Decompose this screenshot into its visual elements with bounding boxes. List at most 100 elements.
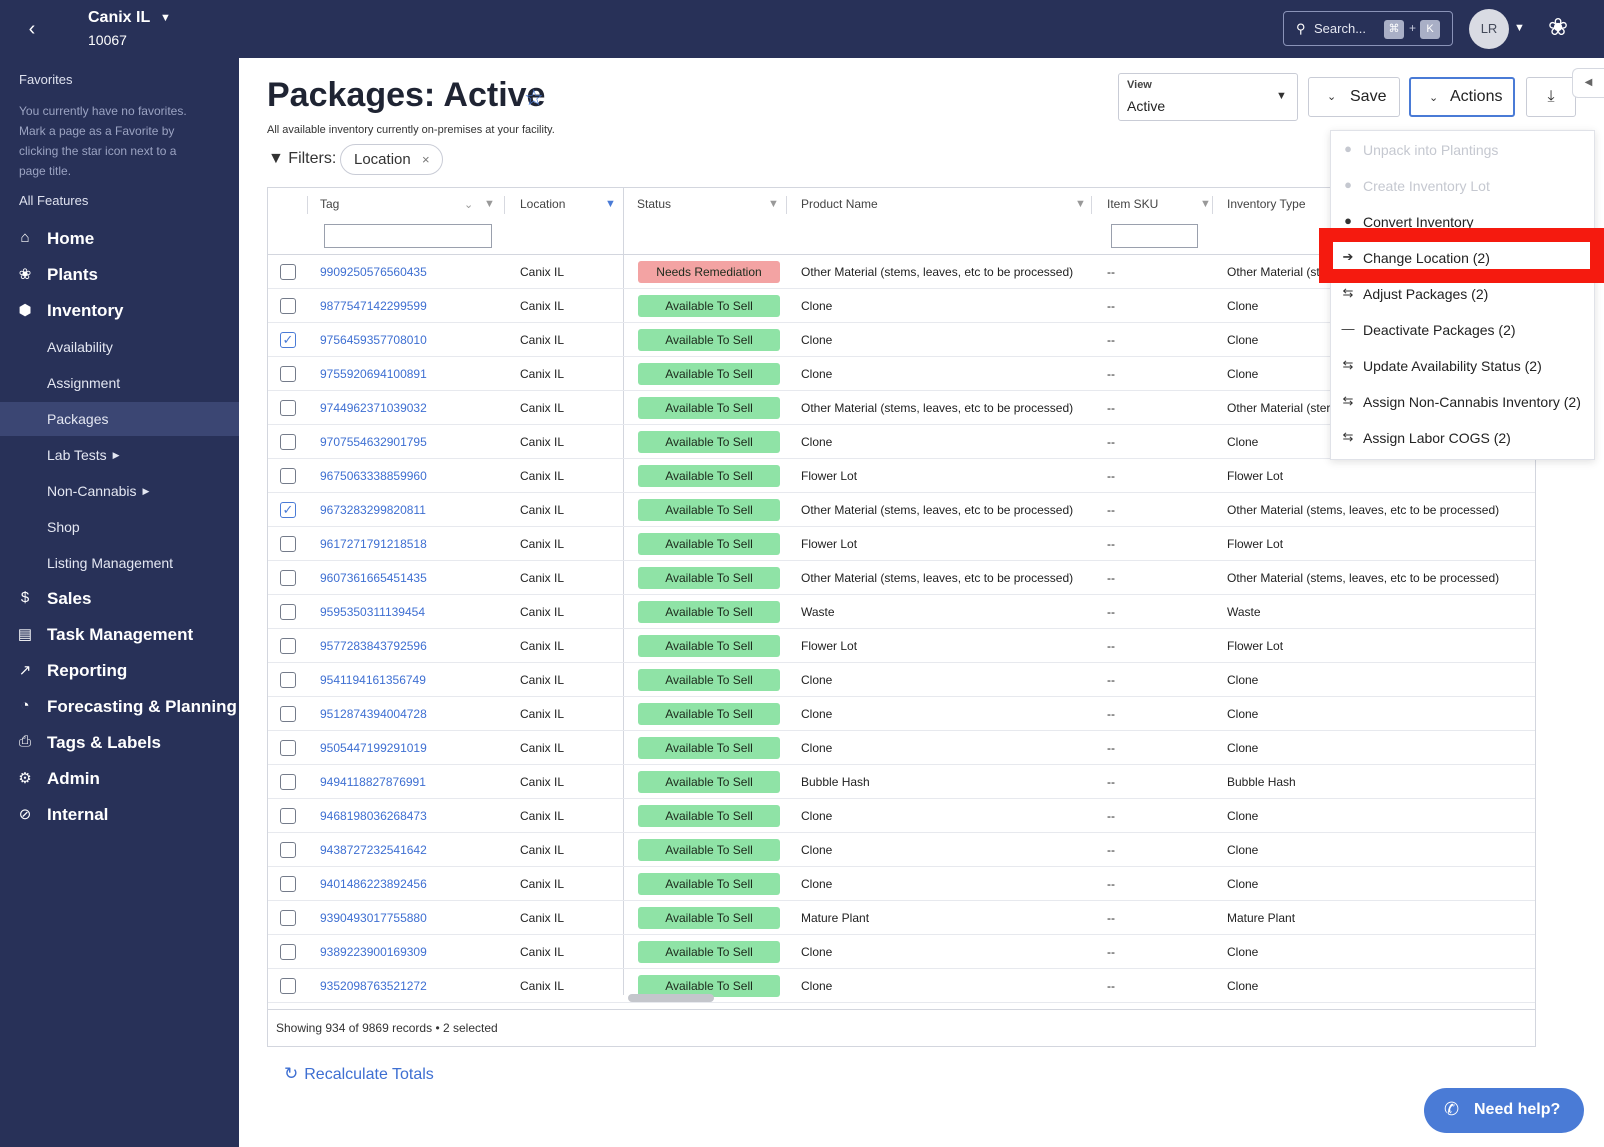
tag-link[interactable]: 9673283299820811 (320, 503, 426, 517)
tag-link[interactable]: 9505447199291019 (320, 741, 427, 755)
row-checkbox[interactable] (280, 808, 296, 824)
actions-button[interactable]: ⌄ Actions (1409, 77, 1515, 117)
nav-forecasting[interactable]: ◔ Forecasting & Planning (0, 690, 239, 724)
nav-task-management[interactable]: ▤ Task Management (0, 618, 239, 652)
column-filter-icon[interactable]: ▼ (484, 198, 495, 210)
need-help-button[interactable]: ✆ Need help? (1424, 1088, 1584, 1133)
column-header-product-name[interactable]: Product Name (801, 197, 878, 211)
tag-link[interactable]: 9756459357708010 (320, 333, 427, 347)
table-row[interactable]: 9512874394004728 Canix IL Available To Sel… (268, 697, 1535, 731)
facility-caret-icon[interactable]: ▼ (160, 12, 171, 24)
row-checkbox[interactable] (280, 944, 296, 960)
facility-name[interactable]: Canix IL (88, 9, 150, 27)
table-row[interactable]: 9390493017755880 Canix IL Available To Sel… (268, 901, 1535, 935)
row-checkbox[interactable] (280, 604, 296, 620)
sort-chevron-icon[interactable]: ⌄ (464, 198, 473, 211)
row-checkbox[interactable] (280, 876, 296, 892)
row-checkbox[interactable] (280, 366, 296, 382)
table-row[interactable]: 9595350311139454 Canix IL Available To Sel… (268, 595, 1535, 629)
column-header-inventory-type[interactable]: Inventory Type (1227, 197, 1306, 211)
nav-assignment[interactable]: Assignment (0, 366, 239, 400)
nav-tags-labels[interactable]: ⎙ Tags & Labels (0, 726, 239, 760)
nav-listing-management[interactable]: Listing Management (0, 546, 239, 580)
nav-plants[interactable]: ❀ Plants (0, 258, 239, 292)
column-header-location[interactable]: Location (520, 197, 565, 211)
nav-reporting[interactable]: ↗ Reporting (0, 654, 239, 688)
tag-link[interactable]: 9438727232541642 (320, 843, 427, 857)
nav-sales[interactable]: $ Sales (0, 582, 239, 616)
column-filter-icon[interactable]: ▼ (1075, 198, 1086, 210)
row-checkbox[interactable] (280, 298, 296, 314)
row-checkbox[interactable] (280, 536, 296, 552)
tag-link[interactable]: 9607361665451435 (320, 571, 427, 585)
nav-shop[interactable]: Shop (0, 510, 239, 544)
row-checkbox[interactable] (280, 672, 296, 688)
table-row[interactable]: 9438727232541642 Canix IL Available To Sel… (268, 833, 1535, 867)
nav-packages[interactable]: Packages (0, 402, 239, 436)
column-filter-icon[interactable]: ▼ (768, 198, 779, 210)
tag-link[interactable]: 9468198036268473 (320, 809, 427, 823)
row-checkbox[interactable] (280, 570, 296, 586)
nav-non-cannabis[interactable]: Non-Cannabis ▶ (0, 474, 239, 508)
row-checkbox[interactable] (280, 842, 296, 858)
column-header-tag[interactable]: Tag (320, 197, 339, 211)
view-select[interactable]: View Active ▼ (1118, 73, 1298, 121)
menu-item-assign-non-cannabis-inventory-2[interactable]: ⇆ Assign Non-Cannabis Inventory (2) (1331, 385, 1596, 419)
row-checkbox[interactable] (280, 434, 296, 450)
row-checkbox[interactable] (280, 706, 296, 722)
table-row[interactable]: 9505447199291019 Canix IL Available To Sel… (268, 731, 1535, 765)
tag-link[interactable]: 9877547142299599 (320, 299, 427, 313)
horizontal-scrollbar[interactable] (628, 994, 714, 1002)
nav-admin[interactable]: ⚙ Admin (0, 762, 239, 796)
tag-link[interactable]: 9541194161356749 (320, 673, 426, 687)
tag-link[interactable]: 9755920694100891 (320, 367, 427, 381)
row-checkbox[interactable]: ✓ (280, 502, 296, 518)
table-row[interactable]: 9617271791218518 Canix IL Available To Sel… (268, 527, 1535, 561)
tag-link[interactable]: 9389223900169309 (320, 945, 427, 959)
menu-item-deactivate-packages-2[interactable]: — Deactivate Packages (2) (1331, 313, 1596, 347)
table-row[interactable]: 9352098763521272 Canix IL Available To Sel… (268, 969, 1535, 1003)
row-checkbox[interactable] (280, 468, 296, 484)
tag-link[interactable]: 9595350311139454 (320, 605, 425, 619)
download-icon[interactable]: ⤓ (1526, 77, 1576, 117)
tag-link[interactable]: 9352098763521272 (320, 979, 427, 993)
tag-link[interactable]: 9577283843792596 (320, 639, 427, 653)
filter-chip-location[interactable]: Location × (340, 144, 443, 175)
nav-inventory[interactable]: ⬢ Inventory (0, 294, 239, 328)
nav-lab-tests[interactable]: Lab Tests ▶ (0, 438, 239, 472)
row-checkbox[interactable] (280, 910, 296, 926)
favorite-star-icon[interactable]: ☆ (524, 85, 544, 111)
active-filter-icon[interactable]: ▼ (605, 198, 616, 210)
tag-filter-input[interactable] (324, 224, 492, 248)
tag-link[interactable]: 9675063338859960 (320, 469, 427, 483)
row-checkbox[interactable] (280, 740, 296, 756)
table-row[interactable]: 9675063338859960 Canix IL Available To Sel… (268, 459, 1535, 493)
collapse-panel-icon[interactable]: ◀ (1572, 68, 1604, 98)
remove-filter-icon[interactable]: × (422, 152, 430, 167)
tag-link[interactable]: 9744962371039032 (320, 401, 427, 415)
row-checkbox[interactable] (280, 638, 296, 654)
table-row[interactable]: 9541194161356749 Canix IL Available To Sel… (268, 663, 1535, 697)
tag-link[interactable]: 9401486223892456 (320, 877, 427, 891)
save-button[interactable]: ⌄ Save (1308, 77, 1400, 117)
row-checkbox[interactable] (280, 400, 296, 416)
nav-internal[interactable]: ⊘ Internal (0, 798, 239, 832)
tag-link[interactable]: 9390493017755880 (320, 911, 427, 925)
table-row[interactable]: 9401486223892456 Canix IL Available To Sel… (268, 867, 1535, 901)
row-checkbox[interactable] (280, 978, 296, 994)
row-checkbox[interactable] (280, 774, 296, 790)
recalculate-totals-button[interactable]: ↻ Recalculate Totals (284, 1064, 434, 1084)
table-row[interactable]: 9494118827876991 Canix IL Available To Sel… (268, 765, 1535, 799)
column-filter-icon[interactable]: ▼ (1200, 198, 1211, 210)
back-chevron-icon[interactable]: ‹ (22, 18, 42, 40)
table-row[interactable]: ✓ 9673283299820811 Canix IL Available To Se… (268, 493, 1535, 527)
column-header-item-sku[interactable]: Item SKU (1107, 197, 1158, 211)
tag-link[interactable]: 9909250576560435 (320, 265, 427, 279)
tag-link[interactable]: 9494118827876991 (320, 775, 426, 789)
tag-link[interactable]: 9617271791218518 (320, 537, 427, 551)
menu-item-assign-labor-cogs-2[interactable]: ⇆ Assign Labor COGS (2) (1331, 421, 1596, 455)
row-checkbox[interactable]: ✓ (280, 332, 296, 348)
tag-link[interactable]: 9707554632901795 (320, 435, 427, 449)
column-header-status[interactable]: Status (637, 197, 671, 211)
global-search[interactable]: ⚲ Search... ⌘ + K (1283, 11, 1453, 46)
